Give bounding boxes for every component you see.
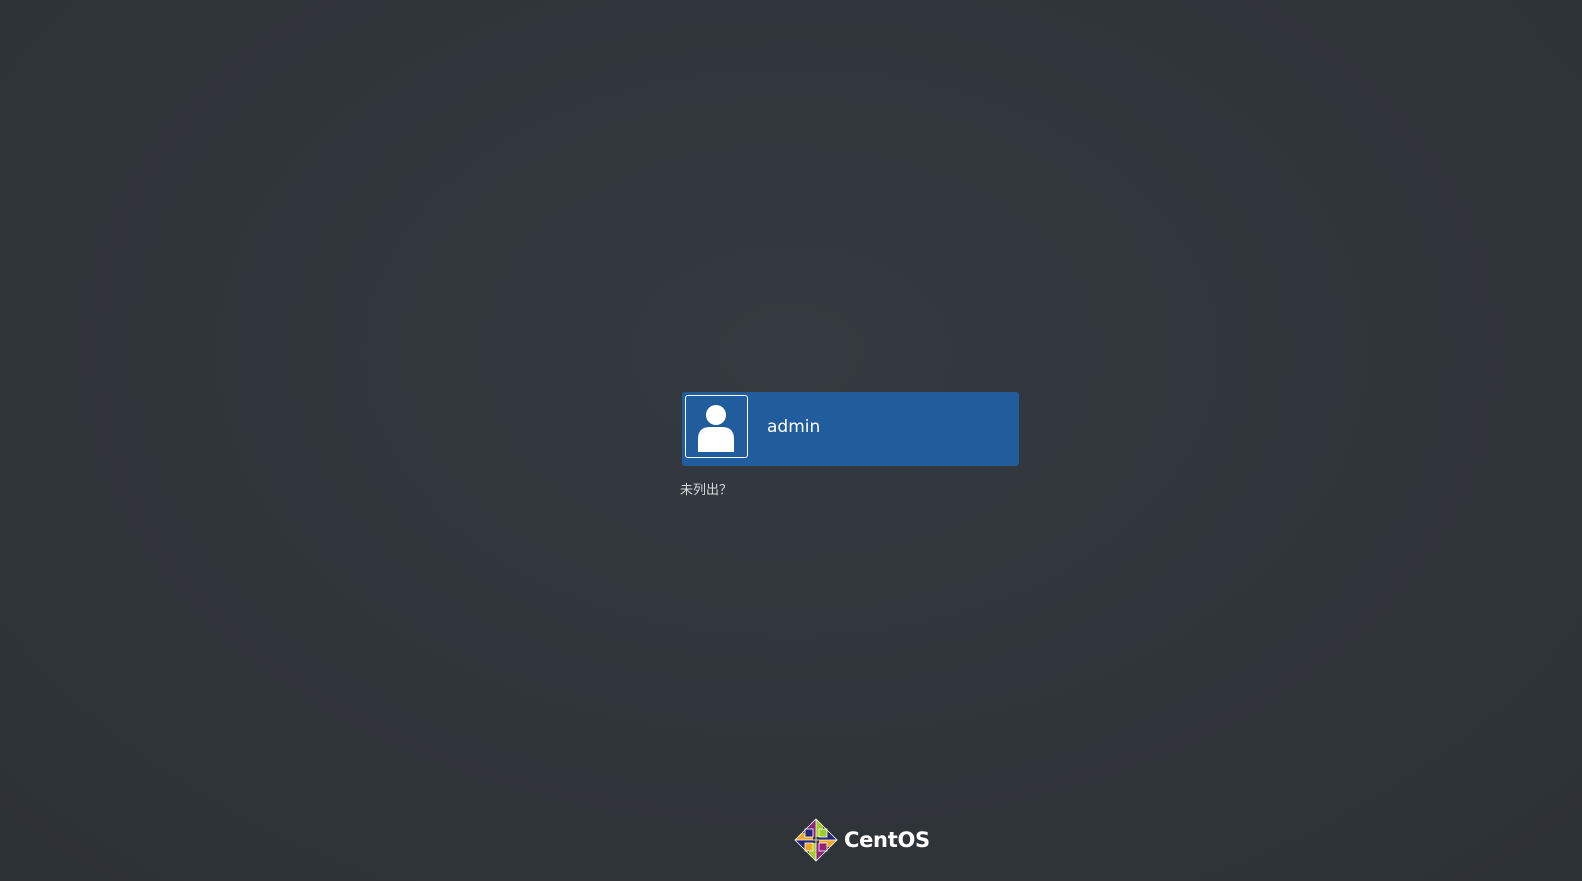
user-name-label: admin [767, 417, 821, 437]
user-list-item-admin[interactable]: admin [682, 392, 1019, 466]
distro-branding: CentOS [794, 817, 930, 863]
brand-wordmark: CentOS [844, 828, 930, 852]
not-listed-link[interactable]: 未列出？ [680, 482, 732, 500]
user-silhouette-icon [698, 405, 734, 452]
centos-logo-icon [794, 818, 838, 862]
login-screen: admin 未列出？ CentOS [0, 0, 1582, 881]
avatar [685, 395, 748, 458]
